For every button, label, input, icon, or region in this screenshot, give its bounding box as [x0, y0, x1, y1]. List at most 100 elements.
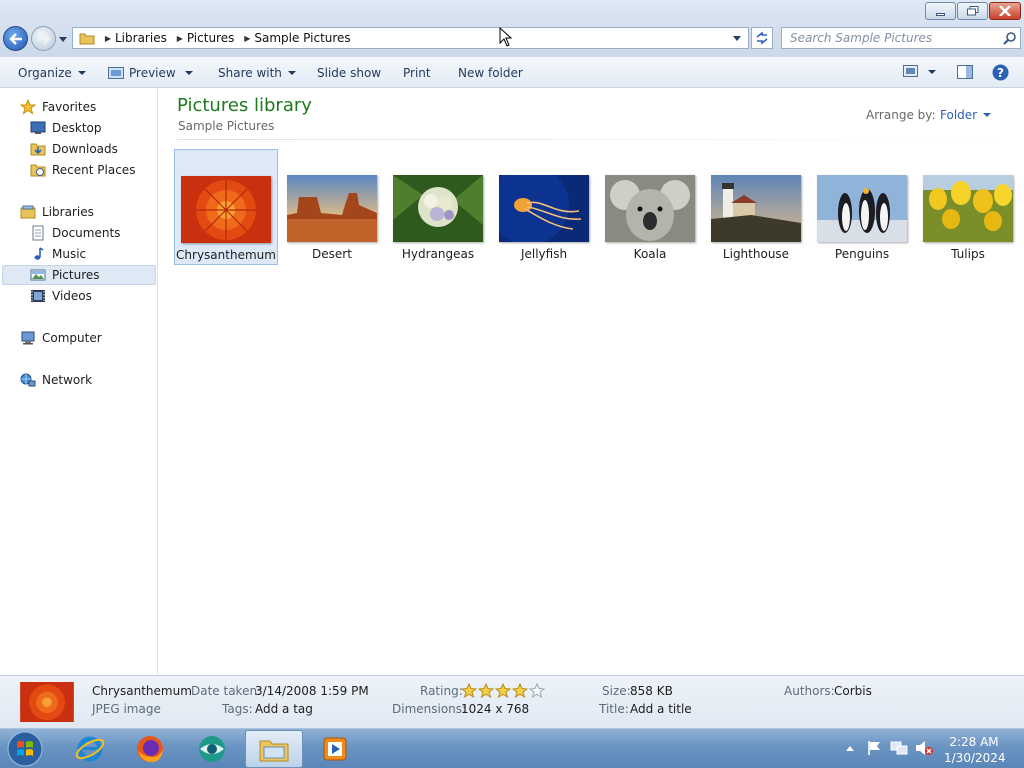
koala-image — [605, 175, 695, 242]
close-button[interactable] — [989, 2, 1021, 20]
breadcrumb-separator-icon[interactable]: ▶ — [173, 34, 187, 43]
system-clock[interactable]: 2:28 AM 1/30/2024 — [944, 734, 1006, 766]
recent-places-icon — [30, 164, 46, 177]
close-icon — [999, 6, 1011, 16]
taskbar-media-player[interactable] — [306, 730, 364, 768]
globe-app-icon — [199, 736, 225, 762]
address-bar[interactable]: ▶ Libraries ▶ Pictures ▶ Sample Pictures — [72, 27, 749, 49]
taskbar-firefox[interactable] — [121, 730, 179, 768]
header-divider — [177, 139, 1009, 140]
thumbnail-hydrangeas[interactable]: Hydrangeas — [386, 149, 490, 265]
start-button[interactable] — [0, 730, 50, 768]
nav-videos[interactable]: Videos — [30, 286, 92, 306]
tags-value[interactable]: Add a tag — [255, 702, 313, 716]
nav-network[interactable]: Network — [20, 370, 92, 390]
thumbnail-desert[interactable]: Desert — [280, 149, 384, 265]
nav-desktop[interactable]: Desktop — [30, 118, 102, 138]
thumbnail-label: Jellyfish — [520, 247, 568, 261]
nav-desktop-label: Desktop — [52, 121, 102, 135]
nav-libraries[interactable]: Libraries — [20, 202, 94, 222]
back-button[interactable] — [3, 26, 28, 51]
computer-icon — [21, 331, 35, 345]
breadcrumb-separator-icon: ▶ — [104, 33, 112, 43]
network-tray-icon[interactable] — [890, 740, 908, 756]
thumbnail-label: Lighthouse — [722, 247, 790, 261]
nav-recent-places[interactable]: Recent Places — [30, 160, 135, 180]
penguins-image — [817, 175, 907, 242]
breadcrumb-pictures[interactable]: Pictures — [187, 31, 241, 45]
folder-icon — [79, 33, 95, 45]
thumbnail-jellyfish[interactable]: Jellyfish — [492, 149, 596, 265]
taskbar-windows-explorer[interactable] — [245, 730, 303, 768]
authors-value[interactable]: Corbis — [834, 684, 872, 698]
videos-icon — [31, 290, 45, 302]
minimize-icon — [936, 12, 945, 16]
print-button[interactable]: Print — [403, 66, 431, 80]
library-subtitle: Sample Pictures — [178, 119, 275, 133]
thumbnail-penguins[interactable]: Penguins — [810, 149, 914, 265]
taskbar-app-globe[interactable] — [183, 730, 241, 768]
organize-label: Organize — [18, 66, 72, 80]
minimize-button[interactable] — [925, 2, 956, 20]
thumbnail-lighthouse[interactable]: Lighthouse — [704, 149, 808, 265]
thumbnail-chrysanthemum[interactable]: Chrysanthemum — [174, 149, 278, 265]
nav-favorites[interactable]: Favorites — [20, 97, 96, 117]
nav-recent-places-label: Recent Places — [52, 163, 136, 177]
star-filled-icon[interactable] — [478, 683, 495, 698]
action-center-flag-icon[interactable] — [866, 740, 882, 756]
pictures-icon — [30, 269, 46, 281]
nav-downloads[interactable]: Downloads — [30, 139, 118, 159]
refresh-button[interactable] — [751, 27, 773, 49]
thumbnail-koala[interactable]: Koala — [598, 149, 702, 265]
restore-icon — [966, 6, 978, 16]
nav-pictures[interactable]: Pictures — [2, 265, 156, 285]
tulips-image — [923, 175, 1013, 242]
organize-button[interactable]: Organize — [18, 66, 86, 80]
downloads-folder-icon — [30, 143, 46, 156]
date-taken-value[interactable]: 3/14/2008 1:59 PM — [255, 684, 369, 698]
nav-documents[interactable]: Documents — [30, 223, 120, 243]
nav-computer[interactable]: Computer — [20, 328, 102, 348]
share-with-button[interactable]: Share with — [218, 66, 296, 80]
lighthouse-image — [711, 175, 801, 242]
search-icon[interactable] — [1003, 31, 1017, 45]
search-input[interactable]: Search Sample Pictures — [781, 27, 1021, 49]
title-value[interactable]: Add a title — [630, 702, 692, 716]
arrange-by-dropdown[interactable]: Folder — [940, 108, 992, 122]
slide-show-button[interactable]: Slide show — [317, 66, 381, 80]
nav-music[interactable]: Music — [30, 244, 86, 264]
preview-label: Preview — [129, 66, 176, 80]
selected-file-thumbnail — [20, 682, 74, 722]
star-filled-icon[interactable] — [461, 683, 478, 698]
volume-muted-icon[interactable] — [915, 740, 933, 756]
help-button[interactable]: ? — [992, 64, 1009, 81]
recent-pages-chevron-icon[interactable] — [58, 34, 68, 44]
new-folder-button[interactable]: New folder — [458, 66, 523, 80]
thumbnail-tulips[interactable]: Tulips — [916, 149, 1020, 265]
forward-button[interactable] — [31, 26, 56, 51]
explorer-window: ▶ Libraries ▶ Pictures ▶ Sample Pictures… — [0, 0, 1024, 728]
show-hidden-icons-icon[interactable] — [845, 744, 855, 752]
internet-explorer-icon — [75, 736, 105, 762]
music-icon — [34, 247, 44, 260]
authors-label: Authors: — [784, 684, 835, 698]
star-filled-icon[interactable] — [512, 683, 529, 698]
restore-button[interactable] — [957, 2, 988, 20]
breadcrumb-separator-icon[interactable]: ▶ — [240, 34, 254, 43]
star-filled-icon[interactable] — [495, 683, 512, 698]
address-dropdown-icon[interactable] — [732, 35, 742, 43]
change-view-button[interactable] — [903, 65, 936, 78]
taskbar-internet-explorer[interactable] — [61, 730, 119, 768]
thumbnail-label: Tulips — [951, 247, 985, 261]
rating-stars[interactable] — [461, 683, 546, 698]
breadcrumb-sample-pictures[interactable]: Sample Pictures — [254, 31, 356, 45]
preview-button[interactable]: Preview — [108, 66, 193, 80]
star-empty-icon[interactable] — [529, 683, 546, 698]
file-list-pane: Pictures library Sample Pictures Arrange… — [159, 89, 1024, 674]
preview-pane-button[interactable] — [957, 65, 973, 79]
details-pane: Chrysanthemum JPEG image Date taken: 3/1… — [0, 675, 1024, 728]
nav-favorites-label: Favorites — [42, 100, 97, 114]
breadcrumb-libraries[interactable]: Libraries — [115, 31, 173, 45]
chevron-down-icon — [184, 71, 193, 75]
nav-pictures-label: Pictures — [52, 268, 100, 282]
